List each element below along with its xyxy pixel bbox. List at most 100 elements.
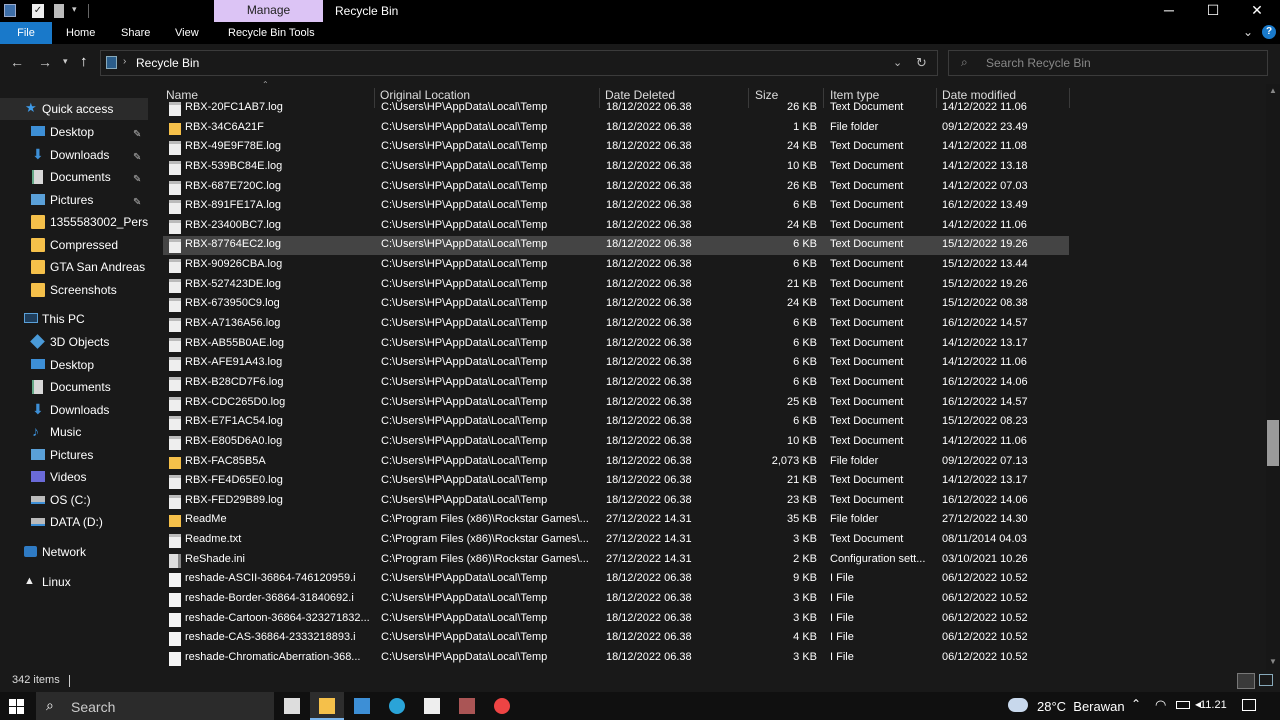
pin-icon[interactable]: ✎	[133, 147, 141, 166]
back-arrow-icon[interactable]: ←	[10, 54, 24, 70]
nav-pc-item[interactable]: DATA (D:)	[0, 511, 148, 533]
table-row[interactable]: RBX-FED29B89.log C:\Users\HP\AppData\Loca…	[163, 492, 1069, 511]
table-row[interactable]: RBX-20FC1AB7.log C:\Users\HP\AppData\Loca…	[163, 99, 1069, 118]
nav-quick-item[interactable]: Documents ✎	[0, 166, 148, 188]
nav-quick-item[interactable]: Pictures ✎	[0, 189, 148, 211]
nav-pc-item[interactable]: Desktop	[0, 354, 148, 376]
store-icon[interactable]	[424, 698, 440, 714]
qat-page-icon[interactable]	[54, 4, 64, 18]
manage-context-tab[interactable]: Manage	[214, 0, 323, 22]
task-view-icon[interactable]	[284, 698, 300, 714]
nav-pc-item[interactable]: Videos	[0, 466, 148, 488]
address-bar[interactable]: › Recycle Bin ⌄ ↻	[100, 50, 938, 76]
nav-pc-item[interactable]: 3D Objects	[0, 331, 148, 353]
table-row[interactable]: reshade-ASCII-36864-746120959.i C:\Users\…	[163, 570, 1069, 589]
table-row[interactable]: RBX-FE4D65E0.log C:\Users\HP\AppData\Loca…	[163, 472, 1069, 491]
nav-network[interactable]: Network	[0, 541, 148, 563]
nav-pc-item[interactable]: OS (C:)	[0, 489, 148, 511]
scrollbar-thumb[interactable]	[1267, 420, 1279, 466]
table-row[interactable]: reshade-CAS-36864-2333218893.i C:\Users\H…	[163, 629, 1069, 648]
search-box[interactable]: ⌕ Search Recycle Bin	[948, 50, 1268, 76]
nav-pc-item[interactable]: ♪ Music	[0, 421, 148, 443]
table-row[interactable]: reshade-ChromaticAberration-368... C:\Use…	[163, 649, 1069, 668]
scroll-up-icon[interactable]: ▲	[1269, 86, 1277, 95]
nav-this-pc[interactable]: This PC	[0, 308, 148, 330]
nav-quick-item[interactable]: Screenshots	[0, 279, 148, 301]
table-row[interactable]: RBX-527423DE.log C:\Users\HP\AppData\Loca…	[163, 276, 1069, 295]
maximize-button[interactable]: ☐	[1190, 0, 1236, 22]
large-icons-view-icon[interactable]	[1259, 674, 1273, 686]
search-input[interactable]: Search Recycle Bin	[986, 56, 1091, 70]
scroll-down-icon[interactable]: ▼	[1269, 657, 1277, 666]
table-row[interactable]: RBX-34C6A21F C:\Users\HP\AppData\Local\Te…	[163, 119, 1069, 138]
nav-quick-item[interactable]: GTA San Andreas	[0, 256, 148, 278]
table-row-selected[interactable]: RBX-87764EC2.log C:\Users\HP\AppData\Loca…	[163, 236, 1069, 256]
nav-pc-item[interactable]: Documents	[0, 376, 148, 398]
nav-quick-item[interactable]: Desktop ✎	[0, 121, 148, 143]
clock-time[interactable]: 11.21	[1200, 699, 1227, 711]
vertical-scrollbar[interactable]: ▲ ▼	[1266, 84, 1280, 670]
weather-text[interactable]: 28°C Berawan	[1037, 699, 1125, 714]
game-icon[interactable]	[459, 698, 475, 714]
nav-quick-item[interactable]: ⬇ Downloads ✎	[0, 144, 148, 166]
table-row[interactable]: RBX-FAC85B5A C:\Users\HP\AppData\Local\Te…	[163, 453, 1069, 472]
breadcrumb-recycle-bin[interactable]: Recycle Bin	[136, 56, 199, 70]
table-row[interactable]: RBX-A7136A56.log C:\Users\HP\AppData\Loca…	[163, 315, 1069, 334]
table-row[interactable]: RBX-539BC84E.log C:\Users\HP\AppData\Loca…	[163, 158, 1069, 177]
table-row[interactable]: reshade-Border-36864-31840692.i C:\Users\…	[163, 590, 1069, 609]
details-view-icon[interactable]	[1237, 673, 1255, 689]
chrome-icon[interactable]	[494, 698, 510, 714]
table-row[interactable]: RBX-B28CD7F6.log C:\Users\HP\AppData\Loca…	[163, 374, 1069, 393]
tab-home[interactable]: Home	[66, 22, 95, 44]
forward-arrow-icon[interactable]: →	[38, 54, 52, 70]
taskbar-search-box[interactable]: ⌕ Search	[36, 692, 274, 720]
mail-icon[interactable]	[354, 698, 370, 714]
qat-properties-icon[interactable]	[4, 4, 16, 17]
tab-share[interactable]: Share	[121, 22, 150, 44]
tray-chevron-icon[interactable]: ⌃	[1131, 697, 1141, 711]
table-row[interactable]: RBX-E805D6A0.log C:\Users\HP\AppData\Loca…	[163, 433, 1069, 452]
close-button[interactable]: ✕	[1234, 0, 1280, 22]
recent-dropdown-icon[interactable]: ▾	[63, 56, 68, 67]
table-row[interactable]: reshade-Cartoon-36864-323271832... C:\Use…	[163, 610, 1069, 629]
ribbon-expand-icon[interactable]: ⌄	[1243, 25, 1253, 39]
table-row[interactable]: RBX-CDC265D0.log C:\Users\HP\AppData\Loca…	[163, 394, 1069, 413]
table-row[interactable]: RBX-891FE17A.log C:\Users\HP\AppData\Loca…	[163, 197, 1069, 216]
pin-icon[interactable]: ✎	[133, 124, 141, 143]
table-row[interactable]: RBX-E7F1AC54.log C:\Users\HP\AppData\Loca…	[163, 413, 1069, 432]
table-row[interactable]: ReadMe C:\Program Files (x86)\Rockstar Ga…	[163, 511, 1069, 530]
nav-pc-item[interactable]: Pictures	[0, 444, 148, 466]
tab-file[interactable]: File	[0, 22, 52, 44]
wifi-icon[interactable]: ◠	[1155, 697, 1166, 713]
nav-quick-item[interactable]: Compressed	[0, 234, 148, 256]
tab-recycle-bin-tools[interactable]: Recycle Bin Tools	[228, 22, 315, 44]
pin-icon[interactable]: ✎	[133, 192, 141, 211]
pin-icon[interactable]: ✎	[133, 169, 141, 188]
tab-view[interactable]: View	[175, 22, 199, 44]
nav-quick-item[interactable]: 1355583002_Personal	[0, 211, 148, 233]
edge-icon[interactable]	[389, 698, 405, 714]
address-dropdown-icon[interactable]: ⌄	[893, 56, 902, 69]
refresh-icon[interactable]: ↻	[916, 55, 927, 71]
table-row[interactable]: ReShade.ini C:\Program Files (x86)\Rockst…	[163, 551, 1069, 570]
nav-quick-access[interactable]: ★ Quick access	[0, 98, 148, 120]
qat-check-icon[interactable]: ✓	[32, 4, 44, 18]
help-icon[interactable]: ?	[1262, 25, 1276, 39]
table-row[interactable]: Readme.txt C:\Program Files (x86)\Rocksta…	[163, 531, 1069, 550]
qat-dropdown-icon[interactable]: ▾	[72, 4, 77, 15]
nav-linux[interactable]: ▲ Linux	[0, 571, 148, 593]
minimize-button[interactable]: ─	[1146, 0, 1192, 22]
table-row[interactable]: RBX-AB55B0AE.log C:\Users\HP\AppData\Loca…	[163, 335, 1069, 354]
battery-icon[interactable]	[1176, 701, 1190, 709]
table-row[interactable]: RBX-23400BC7.log C:\Users\HP\AppData\Loca…	[163, 217, 1069, 236]
table-row[interactable]: RBX-AFE91A43.log C:\Users\HP\AppData\Loca…	[163, 354, 1069, 373]
file-explorer-icon[interactable]	[319, 698, 335, 714]
table-row[interactable]: RBX-687E720C.log C:\Users\HP\AppData\Loca…	[163, 178, 1069, 197]
nav-pc-item[interactable]: ⬇ Downloads	[0, 399, 148, 421]
windows-start-icon[interactable]	[9, 699, 24, 714]
notification-icon[interactable]	[1242, 699, 1256, 711]
up-arrow-icon[interactable]: ↑	[80, 53, 88, 70]
table-row[interactable]: RBX-49E9F78E.log C:\Users\HP\AppData\Loca…	[163, 138, 1069, 157]
table-row[interactable]: RBX-673950C9.log C:\Users\HP\AppData\Loca…	[163, 295, 1069, 314]
table-row[interactable]: RBX-90926CBA.log C:\Users\HP\AppData\Loca…	[163, 256, 1069, 275]
